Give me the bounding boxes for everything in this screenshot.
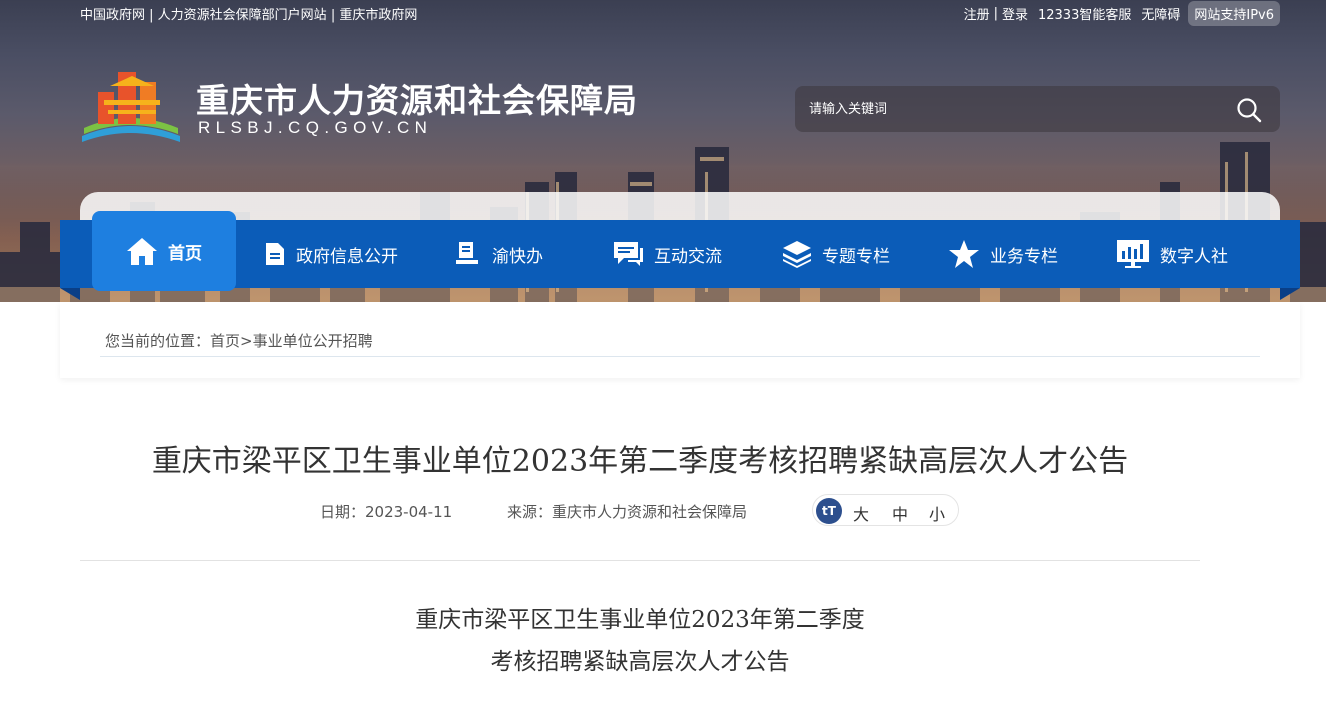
chat-icon — [614, 242, 643, 266]
breadcrumb-prefix: 您当前的位置： — [105, 332, 211, 350]
bureau-logo-icon[interactable] — [80, 64, 182, 144]
nav-fold — [60, 288, 80, 300]
breadcrumb-divider — [100, 356, 1260, 357]
article-divider — [80, 560, 1200, 561]
document-icon — [266, 243, 284, 265]
monitor-icon — [1117, 240, 1149, 268]
user-links: 注册 | 登录 12333智能客服 无障碍 网站支持IPv6 — [964, 0, 1280, 26]
accessibility-link[interactable]: 无障碍 — [1141, 4, 1180, 23]
search-input[interactable] — [809, 86, 1209, 132]
nav-item-label: 专题专栏 — [822, 246, 890, 267]
article-body-heading-line1: 重庆市梁平区卫生事业单位2023年第二季度 — [415, 607, 865, 633]
font-size-switcher: tT 大 中 小 — [812, 494, 959, 526]
nav-item-label: 互动交流 — [654, 246, 722, 267]
login-link[interactable]: 登录 — [1002, 4, 1028, 23]
site-title[interactable]: 重庆市人力资源和社会保障局 — [196, 74, 638, 122]
article-date: 日期：2023-04-11 — [320, 503, 453, 521]
breadcrumb-separator: > — [240, 332, 253, 350]
breadcrumb-home-link[interactable]: 首页 — [210, 332, 240, 350]
nav-fold — [1280, 288, 1300, 300]
nav-item-label: 数字人社 — [1160, 246, 1228, 267]
article-body-heading-line2: 考核招聘紧缺高层次人才公告 — [490, 649, 790, 675]
layers-icon — [783, 241, 811, 268]
gov-link-chongqing[interactable]: 重庆市政府网 — [339, 8, 417, 23]
star-icon — [949, 240, 979, 268]
site-domain: RLSBJ.CQ.GOV.CN — [198, 118, 433, 137]
register-link[interactable]: 注册 — [964, 4, 990, 23]
gov-link-mohrss[interactable]: 人力资源社会保障部门户网站 — [158, 8, 327, 23]
nav-item-digital-hr[interactable]: 数字人社 — [1116, 220, 1228, 288]
article-source: 来源：重庆市人力资源和社会保障局 — [507, 503, 748, 521]
gov-links: 中国政府网 | 人力资源社会保障部门户网站 | 重庆市政府网 — [80, 4, 417, 23]
search-bar — [795, 86, 1280, 132]
nav-item-gov-info[interactable]: 政府信息公开 — [264, 220, 398, 288]
nav-item-home[interactable]: 首页 — [92, 211, 236, 291]
font-size-small-button[interactable]: 小 — [929, 501, 945, 525]
nav-item-label: 业务专栏 — [990, 246, 1058, 267]
link-separator: | — [993, 5, 998, 21]
nav-item-special-topics[interactable]: 专题专栏 — [782, 220, 890, 288]
nav-item-yukuaiban[interactable]: 渝快办 — [454, 220, 543, 288]
nav-item-interaction[interactable]: 互动交流 — [612, 220, 722, 288]
font-size-large-button[interactable]: 大 — [853, 501, 869, 525]
desk-icon — [456, 242, 478, 264]
article-title: 重庆市梁平区卫生事业单位2023年第二季度考核招聘紧缺高层次人才公告 — [151, 444, 1129, 479]
font-size-icon: tT — [816, 498, 842, 524]
nav-item-business[interactable]: 业务专栏 — [948, 220, 1058, 288]
breadcrumb: 您当前的位置：首页>事业单位公开招聘 — [105, 330, 373, 351]
home-icon — [127, 238, 157, 265]
nav-item-label: 政府信息公开 — [296, 246, 398, 267]
main-nav: 首页 政府信息公开 渝快办 互动交流 专题专栏 业务专栏 数字人社 — [60, 211, 1300, 291]
ipv6-badge: 网站支持IPv6 — [1188, 0, 1280, 26]
nav-item-label: 渝快办 — [492, 246, 543, 267]
font-size-medium-button[interactable]: 中 — [892, 501, 908, 525]
breadcrumb-current-link[interactable]: 事业单位公开招聘 — [253, 332, 373, 350]
nav-item-label: 首页 — [168, 243, 202, 264]
gov-link-china[interactable]: 中国政府网 — [80, 8, 145, 23]
search-icon[interactable] — [1236, 97, 1262, 123]
link-separator: | — [149, 8, 158, 23]
hotline-link[interactable]: 12333智能客服 — [1038, 4, 1131, 23]
